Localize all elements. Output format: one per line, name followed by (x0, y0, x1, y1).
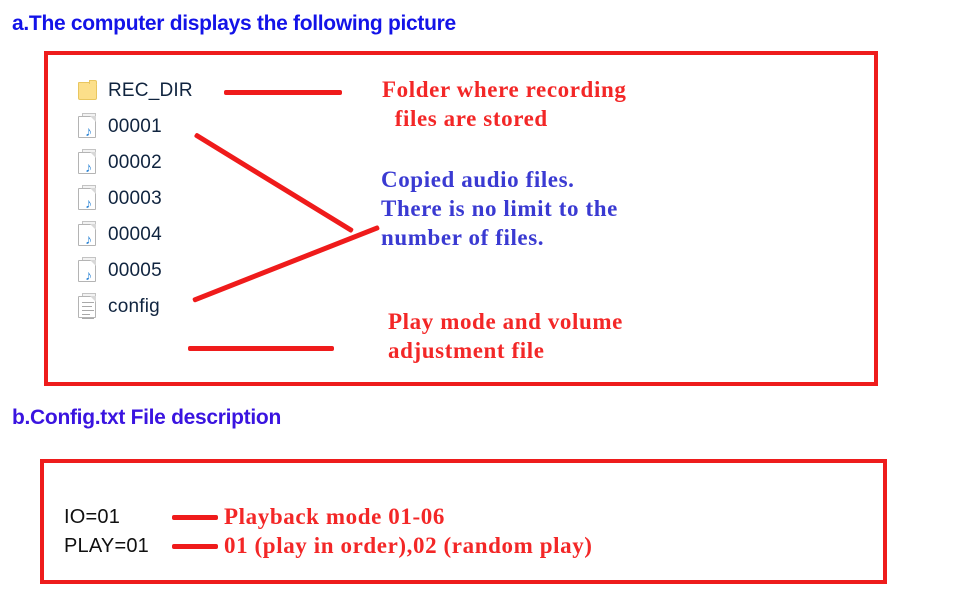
leader-line-io (172, 514, 218, 520)
file-name: 00003 (108, 188, 162, 209)
file-name: 00005 (108, 260, 162, 281)
folder-icon (74, 77, 100, 105)
picture-panel: REC_DIR ♪ 00001 ♪ 00002 ♪ 00003 ♪ 00004 … (44, 51, 878, 386)
config-key: IO=01 (64, 505, 121, 528)
audio-file-icon: ♪ (74, 149, 100, 177)
list-item[interactable]: ♪ 00001 (74, 109, 254, 145)
audio-file-icon: ♪ (74, 257, 100, 285)
config-value: 01 (play in order),02 (random play) (224, 533, 593, 558)
section-b-heading: b.Config.txt File description (12, 406, 281, 429)
audio-file-icon: ♪ (74, 113, 100, 141)
section-a-heading: a.The computer displays the following pi… (12, 12, 456, 35)
config-row-play: PLAY=01 01 (play in order),02 (random pl… (64, 532, 593, 560)
config-row-io: IO=01 Playback mode 01-06 (64, 503, 445, 531)
config-panel: IO=01 Playback mode 01-06 PLAY=01 01 (pl… (40, 459, 887, 584)
file-name: 00001 (108, 116, 162, 137)
list-item[interactable]: ♪ 00004 (74, 217, 254, 253)
leader-line-config (188, 346, 334, 351)
audio-file-icon: ♪ (74, 221, 100, 249)
config-value: Playback mode 01-06 (224, 504, 445, 529)
list-item[interactable]: config (74, 289, 254, 325)
leader-line-play (172, 543, 218, 549)
text-file-icon (74, 293, 100, 321)
audio-file-icon: ♪ (74, 185, 100, 213)
file-name: 00004 (108, 224, 162, 245)
config-key: PLAY=01 (64, 534, 149, 557)
file-name: REC_DIR (108, 80, 193, 101)
annotation-audio: Copied audio files. There is no limit to… (381, 167, 618, 250)
leader-line-folder (224, 90, 342, 95)
annotation-config: Play mode and volume adjustment file (388, 309, 623, 363)
file-name: 00002 (108, 152, 162, 173)
file-name: config (108, 296, 160, 317)
list-item[interactable]: ♪ 00003 (74, 181, 254, 217)
annotation-folder: Folder where recording files are stored (382, 77, 627, 131)
